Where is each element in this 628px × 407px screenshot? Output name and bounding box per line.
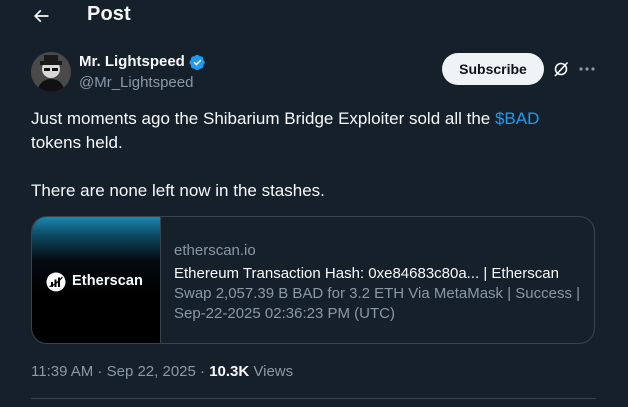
card-body: etherscan.io Ethereum Transaction Hash: … bbox=[174, 241, 586, 324]
grok-icon[interactable] bbox=[553, 61, 569, 77]
post-meta: 11:39 AM · Sep 22, 2025 · 10.3K Views bbox=[31, 363, 293, 380]
tweet-paragraph-1: Just moments ago the Shibarium Bridge Ex… bbox=[31, 107, 591, 155]
post-time[interactable]: 11:39 AM bbox=[31, 363, 93, 380]
cashtag-link[interactable]: $BAD bbox=[495, 109, 539, 128]
more-icon[interactable] bbox=[578, 61, 596, 77]
views-count: 10.3K bbox=[209, 363, 250, 380]
card-thumbnail-text: Etherscan bbox=[72, 273, 144, 289]
card-title: Ethereum Transaction Hash: 0xe84683c80a.… bbox=[174, 265, 559, 282]
avatar-image bbox=[31, 52, 71, 92]
tweet-text-segment: Just moments ago the Shibarium Bridge Ex… bbox=[31, 109, 495, 128]
subscribe-button[interactable]: Subscribe bbox=[442, 53, 544, 85]
post-date[interactable]: Sep 22, 2025 bbox=[107, 363, 196, 380]
card-domain: etherscan.io bbox=[174, 242, 256, 259]
author-handle[interactable]: @Mr_Lightspeed bbox=[79, 74, 193, 91]
card-description-line-2: Sep-22-2025 02:36:23 PM (UTC) bbox=[174, 305, 395, 322]
views-label: Views bbox=[249, 363, 294, 380]
verified-badge-icon bbox=[189, 54, 205, 71]
page-title: Post bbox=[87, 3, 131, 25]
divider bbox=[31, 398, 596, 399]
tweet-text-segment: tokens held. bbox=[31, 133, 123, 152]
back-arrow-icon[interactable] bbox=[30, 6, 52, 26]
meta-separator: · bbox=[195, 363, 210, 380]
etherscan-logo-icon bbox=[46, 272, 66, 292]
card-thumbnail: Etherscan bbox=[32, 217, 161, 343]
tweet-text: Just moments ago the Shibarium Bridge Ex… bbox=[31, 107, 591, 203]
card-description-line-1: Swap 2,057.39 B BAD for 3.2 ETH Via Meta… bbox=[174, 285, 581, 302]
meta-separator: · bbox=[93, 363, 107, 380]
page-header: Post bbox=[0, 0, 614, 32]
avatar[interactable] bbox=[31, 52, 71, 92]
link-preview-card[interactable]: Etherscan etherscan.io Ethereum Transact… bbox=[31, 216, 595, 344]
tweet-paragraph-2: There are none left now in the stashes. bbox=[31, 181, 325, 200]
author-name[interactable]: Mr. Lightspeed bbox=[79, 53, 185, 70]
